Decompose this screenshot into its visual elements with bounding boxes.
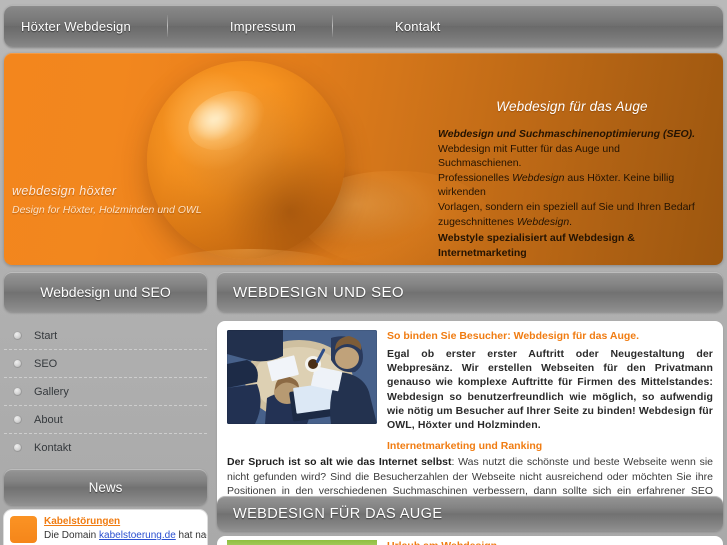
nav-item-kontakt[interactable]: Kontakt: [395, 19, 441, 34]
hero-line-4a: zugeschnittenes: [438, 215, 517, 228]
bullet-icon: [13, 359, 22, 368]
news-thumbnail: [10, 516, 37, 543]
hero-site-subtitle: Design for Höxter, Holzminden und OWL: [12, 204, 202, 216]
bullet-icon: [13, 415, 22, 424]
sidebar-item-about[interactable]: About: [4, 406, 207, 434]
nav-item-impressum[interactable]: Impressum: [230, 19, 296, 34]
hero-left-text: webdesign höxter Design for Höxter, Holz…: [12, 184, 242, 216]
sidebar-item-kontakt[interactable]: Kontakt: [4, 434, 207, 461]
sidebar-item-seo[interactable]: SEO: [4, 350, 207, 378]
article-2-body-bold: Der Spruch ist so alt wie das Internet s…: [227, 456, 452, 469]
sidebar-title-bar: Webdesign und SEO: [4, 272, 207, 312]
news-item-body: Die Domain kabelstoerung.de hat nach: [44, 529, 207, 542]
section-header-webdesign-fuer-das-auge: WEBDESIGN FÜR DAS AUGE: [217, 496, 723, 531]
top-navigation-bar: Höxter Webdesign Impressum Kontakt: [4, 5, 723, 47]
news-title: News: [88, 479, 123, 495]
article-2-heading: Internetmarketing und Ranking: [387, 440, 543, 453]
news-text-block: Kabelstörungen Die Domain kabelstoerung.…: [44, 516, 207, 545]
sidebar-item-label: Gallery: [34, 385, 69, 398]
hero-right-text: Webdesign für das Auge Webdesign und Suc…: [438, 99, 706, 260]
news-item-headline[interactable]: Kabelstörungen: [44, 516, 201, 528]
hero-heading: Webdesign für das Auge: [496, 99, 648, 114]
sidebar: Webdesign und SEO Start SEO Gallery Abou…: [4, 272, 207, 461]
sidebar-item-label: Kontakt: [34, 441, 72, 454]
hero-paragraph: Webdesign und Suchmaschinenoptimierung (…: [438, 127, 706, 229]
nav-separator-2: [332, 15, 333, 37]
news-title-bar: News: [4, 469, 207, 505]
article-1-text: So binden Sie Besucher: Webdesign für da…: [387, 330, 713, 432]
sidebar-menu: Start SEO Gallery About Kontakt: [4, 322, 207, 461]
news-domain-link[interactable]: kabelstoerung.de: [99, 530, 176, 541]
hero-line-2a: Professionelles: [438, 171, 513, 184]
photo-graphic: [227, 330, 377, 424]
sidebar-item-start[interactable]: Start: [4, 322, 207, 350]
section-title-2: WEBDESIGN FÜR DAS AUGE: [233, 505, 443, 522]
hero-site-title: webdesign höxter: [12, 184, 117, 198]
sidebar-title: Webdesign und SEO: [40, 284, 171, 300]
hero-line-4b: .: [569, 215, 573, 228]
hero-line-2-italic: Webdesign: [512, 171, 565, 184]
team-meeting-photo: [227, 330, 377, 424]
news-body-before: Die Domain: [44, 530, 100, 541]
content-card-row: So binden Sie Besucher: Webdesign für da…: [227, 330, 713, 432]
hero-line-3: Vorlagen, sondern ein speziell auf Sie u…: [438, 200, 695, 213]
section-title: WEBDESIGN UND SEO: [233, 283, 404, 301]
article-1-heading: So binden Sie Besucher: Webdesign für da…: [387, 330, 640, 342]
hero-footer-line: Webstyle spezialisiert auf Webdesign & I…: [438, 232, 635, 259]
sidebar-item-gallery[interactable]: Gallery: [4, 378, 207, 406]
hero-banner: webdesign höxter Design for Höxter, Holz…: [4, 53, 723, 265]
news-body-after: hat nach: [178, 530, 207, 541]
article-1-body: Egal ob erster erster Auftritt oder Neug…: [387, 348, 713, 432]
bullet-icon: [13, 443, 22, 452]
hero-line-4-italic: Webdesign: [516, 215, 570, 228]
sidebar-item-label: About: [34, 413, 63, 426]
sidebar-item-label: Start: [34, 329, 58, 342]
article-3-heading: Urlaub am Webdesign: [387, 540, 497, 545]
page-root: Höxter Webdesign Impressum Kontakt webde…: [0, 0, 727, 545]
hero-line-1: Webdesign mit Futter für das Auge und Su…: [438, 142, 620, 170]
news-panel: Kabelstörungen Die Domain kabelstoerung.…: [4, 510, 207, 545]
bullet-icon: [13, 331, 22, 340]
hero-lead-line: Webdesign und Suchmaschinenoptimierung (…: [438, 128, 696, 140]
main-content: WEBDESIGN UND SEO So binden Sie Besucher…: [217, 272, 723, 523]
section-header-webdesign-und-seo: WEBDESIGN UND SEO: [217, 272, 723, 312]
nav-item-hoexter-webdesign[interactable]: Höxter Webdesign: [21, 19, 131, 34]
nav-separator-1: [166, 15, 168, 37]
content-card-1: So binden Sie Besucher: Webdesign für da…: [217, 321, 723, 523]
nature-photo: [227, 540, 377, 545]
sidebar-item-label: SEO: [34, 357, 58, 370]
orange-sphere-graphic: [147, 61, 345, 259]
bullet-icon: [13, 387, 22, 396]
content-card-2: Urlaub am Webdesign: [217, 536, 723, 545]
